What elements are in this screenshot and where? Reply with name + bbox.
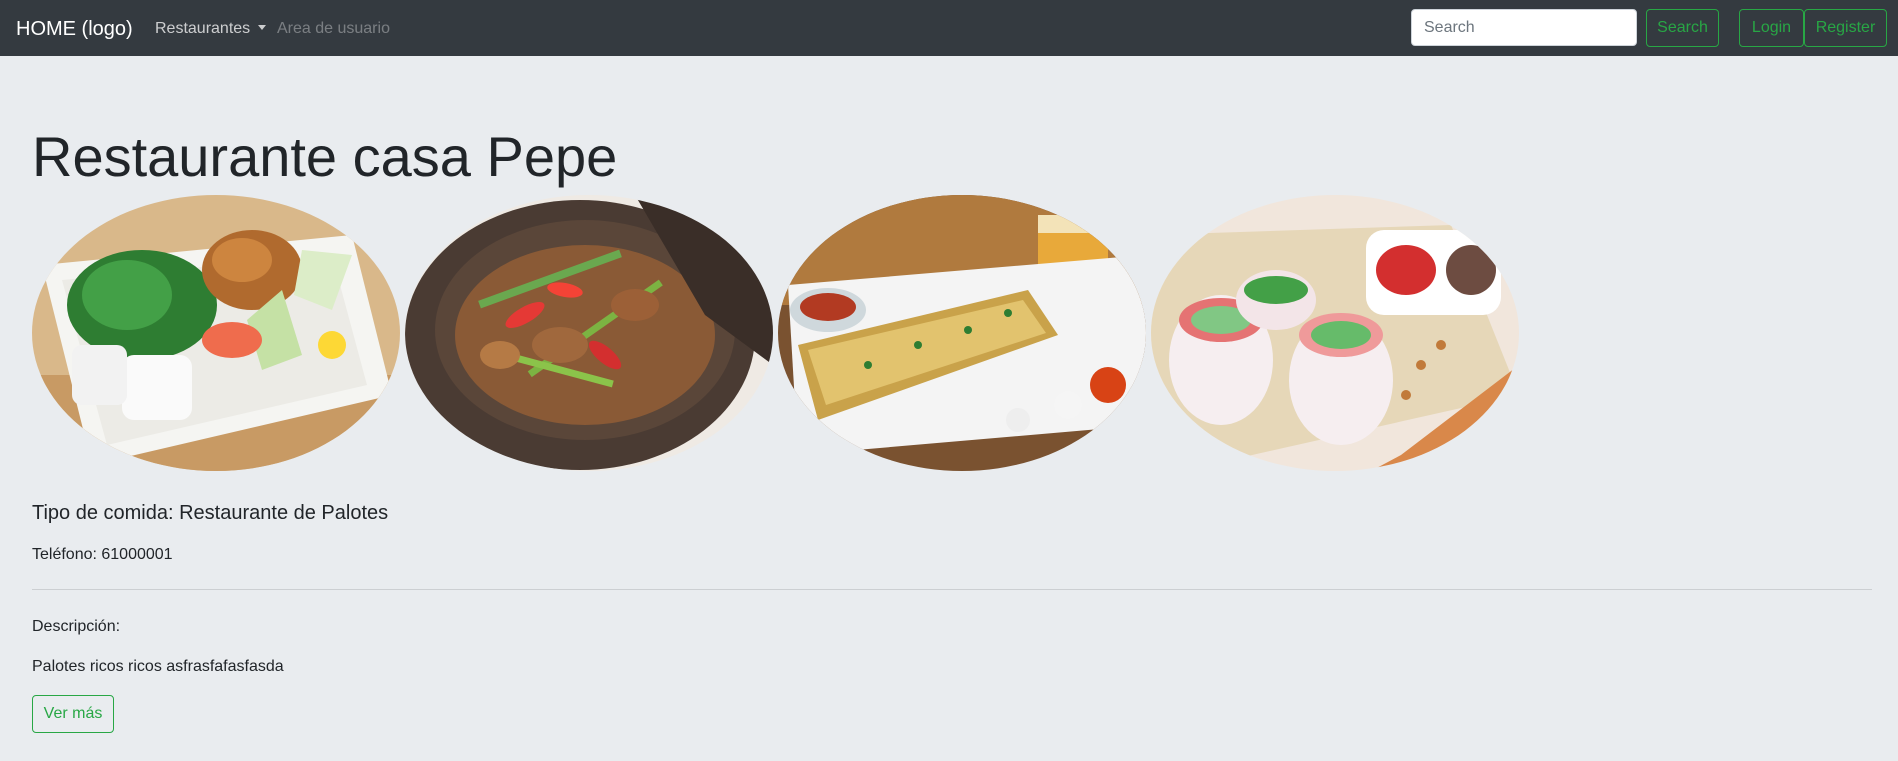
- restaurantes-label: Restaurantes: [155, 20, 251, 37]
- ver-mas-button[interactable]: Ver más: [32, 695, 114, 733]
- flatbread-pizza-photo: [778, 195, 1146, 471]
- chevron-down-icon: [258, 25, 267, 30]
- description-label: Descripción:: [32, 618, 121, 635]
- food-type: Tipo de comida: Restaurante de Palotes: [32, 502, 389, 524]
- spring-rolls-photo: [1151, 195, 1519, 471]
- stir-fry-pot-photo: [405, 195, 773, 471]
- phone-number: Teléfono: 61000001: [32, 546, 173, 563]
- register-button[interactable]: Register: [1804, 9, 1887, 47]
- divider: [32, 589, 1872, 590]
- home-logo-link[interactable]: HOME (logo): [16, 16, 133, 42]
- navbar: HOME (logo) Restaurantes Area de usuario…: [0, 0, 1898, 56]
- description-text: Palotes ricos ricos asfrasfafasfasda: [32, 658, 284, 675]
- sushi-bento-photo: [32, 195, 400, 471]
- restaurant-title: Restaurante casa Pepe: [32, 125, 618, 188]
- search-input[interactable]: [1411, 9, 1637, 46]
- login-button[interactable]: Login: [1739, 9, 1804, 47]
- photo-gallery: [32, 195, 1522, 471]
- area-de-usuario-link[interactable]: Area de usuario: [277, 19, 390, 39]
- restaurantes-dropdown[interactable]: Restaurantes: [155, 19, 267, 39]
- search-button[interactable]: Search: [1646, 9, 1719, 47]
